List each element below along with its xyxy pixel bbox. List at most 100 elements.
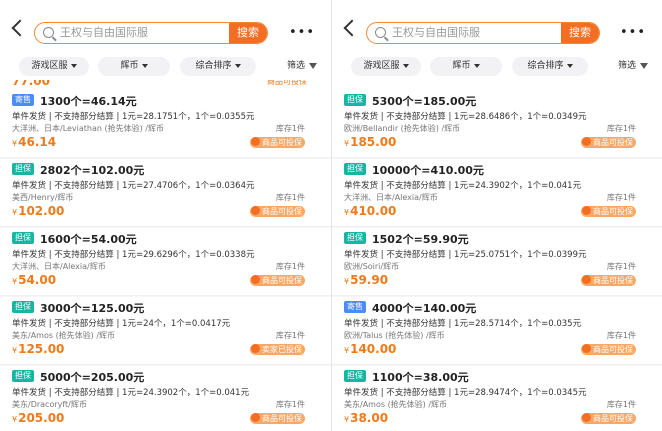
chevron-down-icon: [141, 63, 148, 68]
filter-label: 筛选: [286, 61, 305, 71]
insurance-label: 商品可投保: [593, 345, 633, 354]
listing-card[interactable]: 担保 1600个=54.00元 单件发货 | 不支持部分结算 | 1元=29.629…: [0, 228, 331, 296]
search-box[interactable]: 王权与自由国际服 搜索: [366, 22, 600, 44]
listing-description: 单件发货 | 不支持部分结算 | 1元=24.3902个，1个=0.041元: [12, 388, 250, 398]
currency-filter-label: 辉币: [120, 61, 139, 71]
listing-card[interactable]: 寄售 4000个=140.00元 单件发货 | 不支持部分结算 | 1元=28.57…: [332, 297, 662, 365]
listing-card[interactable]: 担保 1502个=59.90元 单件发货 | 不支持部分结算 | 1元=25.075…: [332, 228, 662, 296]
currency-symbol: ¥: [12, 139, 18, 148]
listing-stock: 库存1件: [606, 124, 636, 133]
listing-description: 单件发货 | 不支持部分结算 | 1元=28.5714个，1个=0.035元: [344, 319, 582, 329]
listing-server: 欧洲/Talus (抢先体验) /辉币: [344, 331, 445, 340]
listing-server: 大洋洲、日本/Alexia/辉币: [12, 262, 106, 271]
listing-title: 10000个=410.00元: [372, 164, 484, 177]
search-button[interactable]: 搜索: [229, 23, 267, 43]
chevron-down-icon: [473, 63, 480, 68]
region-filter[interactable]: 游戏区服: [19, 57, 89, 76]
insurance-tag: 商品可投保: [250, 275, 305, 286]
currency-filter-label: 辉币: [452, 61, 471, 71]
listing-card[interactable]: 担保 5300个=185.00元 单件发货 | 不支持部分结算 | 1元=28.64…: [332, 90, 662, 158]
funnel-icon: [640, 62, 648, 69]
listing-stock: 库存1件: [606, 262, 636, 271]
listing-title: 2802个=102.00元: [40, 164, 145, 177]
shield-icon: [582, 206, 591, 215]
shield-icon: [582, 413, 591, 422]
price-value: 410.00: [350, 204, 397, 218]
insurance-label: 商品可投保: [593, 276, 633, 285]
listing-title: 1502个=59.90元: [372, 233, 469, 246]
listing-server: 美东/Amos (抢先体验) /辉币: [12, 331, 116, 340]
listing-list: 担保 5300个=185.00元 单件发货 | 不支持部分结算 | 1元=28.64…: [332, 80, 662, 431]
listing-card[interactable]: 担保 2802个=102.00元单件发货 | 不支持部分结算 | 1元=27.47…: [0, 159, 331, 227]
shield-icon: [582, 344, 591, 353]
listing-description: 单件发货 | 不支持部分结算 | 1元=28.1751个，1个=0.0355元: [12, 112, 255, 122]
listing-badge: 担保: [12, 301, 34, 313]
region-filter[interactable]: 游戏区服: [351, 57, 421, 76]
search-input[interactable]: 王权与自由国际服: [392, 23, 480, 43]
insurance-tag: 商品可投保: [250, 413, 305, 424]
price-value: 54.00: [18, 273, 57, 287]
listing-card[interactable]: 担保 3000个=125.00元单件发货 | 不支持部分结算 | 1元=24个，1…: [0, 297, 331, 365]
listing-price: ¥54.00: [12, 273, 56, 287]
listing-description: 单件发货 | 不支持部分结算 | 1元=24个，1个=0.0417元: [12, 319, 231, 329]
sort-filter[interactable]: 综合排序: [180, 57, 256, 76]
listing-card[interactable]: 担保 10000个=410.00元 单件发货 | 不支持部分结算 | 1元=24.3…: [332, 159, 662, 227]
insurance-label: 商品可投保: [262, 276, 302, 285]
listing-stock: 库存1件: [275, 124, 305, 133]
currency-symbol: ¥: [344, 208, 350, 217]
listing-title: 1300个=46.14元: [40, 95, 137, 108]
price-value: 185.00: [350, 135, 397, 149]
chevron-down-icon: [234, 63, 241, 68]
listing-description: 单件发货 | 不支持部分结算 | 1元=27.4706个，1个=0.0364元: [12, 181, 255, 191]
listing-badge: 寄售: [12, 94, 34, 106]
currency-symbol: ¥: [12, 346, 18, 355]
more-icon[interactable]: •••: [620, 26, 646, 39]
listing-card[interactable]: 担保 5000个=205.00元 单件发货 | 不支持部分结算 | 1元=24.39…: [0, 366, 331, 431]
filter-button[interactable]: 筛选: [287, 57, 317, 76]
listing-title: 3000个=125.00元: [40, 302, 145, 315]
top-bar: 王权与自由国际服 搜索 •••: [332, 0, 662, 54]
listing-price: ¥102.00: [12, 204, 64, 218]
listing-stock: 库存1件: [606, 331, 636, 340]
listing-card[interactable]: 寄售 1300个=46.14元单件发货 | 不支持部分结算 | 1元=28.175…: [0, 90, 331, 158]
search-button[interactable]: 搜索: [561, 23, 599, 43]
currency-symbol: ¥: [12, 208, 18, 217]
insurance-label: 商品可投保: [262, 207, 302, 216]
listing-badge: 担保: [344, 94, 366, 106]
funnel-icon: [309, 62, 317, 69]
search-input[interactable]: 王权与自由国际服: [60, 23, 148, 43]
top-bar: 王权与自由国际服 搜索 •••: [0, 0, 331, 54]
left-panel: 王权与自由国际服 搜索 ••• 游戏区服 辉币 综合排序 筛选 77.00 商品可投保寄售 130…: [0, 0, 331, 431]
right-panel: 王权与自由国际服 搜索 ••• 游戏区服 辉币 综合排序 筛选担保 5300个=185.00元…: [331, 0, 662, 431]
listing-badge: 担保: [12, 163, 34, 175]
filter-button[interactable]: 筛选: [618, 57, 648, 76]
region-filter-label: 游戏区服: [363, 61, 400, 71]
price-value: 205.00: [18, 411, 65, 425]
search-box[interactable]: 王权与自由国际服 搜索: [34, 22, 268, 44]
more-icon[interactable]: •••: [289, 26, 315, 39]
shield-icon: [251, 206, 260, 215]
price-value: 102.00: [18, 204, 65, 218]
shield-icon: [251, 413, 260, 422]
partial-listing: 77.00 商品可投保: [0, 80, 331, 90]
listing-server: 美东/Dracoryft/辉币: [12, 400, 87, 409]
back-arrow-icon[interactable]: [11, 19, 29, 37]
currency-filter[interactable]: 辉币: [98, 57, 170, 76]
sort-filter-label: 综合排序: [195, 61, 232, 71]
listing-description: 单件发货 | 不支持部分结算 | 1元=25.0751个，1个=0.0399元: [344, 250, 587, 260]
listing-badge: 担保: [12, 232, 34, 244]
back-arrow-icon[interactable]: [343, 19, 361, 37]
insurance-tag: 商品可投保: [581, 413, 636, 424]
shield-icon: [251, 137, 260, 146]
currency-symbol: ¥: [344, 277, 350, 286]
partial-listing: [332, 80, 662, 90]
chevron-down-icon: [402, 63, 409, 68]
listing-stock: 库存1件: [275, 331, 305, 340]
insurance-tag: 卖家已投保: [250, 344, 305, 355]
listing-title: 4000个=140.00元: [372, 302, 477, 315]
currency-filter[interactable]: 辉币: [430, 57, 502, 76]
insurance-label: 商品可投保: [593, 207, 633, 216]
listing-server: 美东/Amos (抢先体验) /辉币: [344, 400, 448, 409]
sort-filter[interactable]: 综合排序: [512, 57, 588, 76]
listing-card[interactable]: 担保 1100个=38.00元 单件发货 | 不支持部分结算 | 1元=28.947…: [332, 366, 662, 431]
